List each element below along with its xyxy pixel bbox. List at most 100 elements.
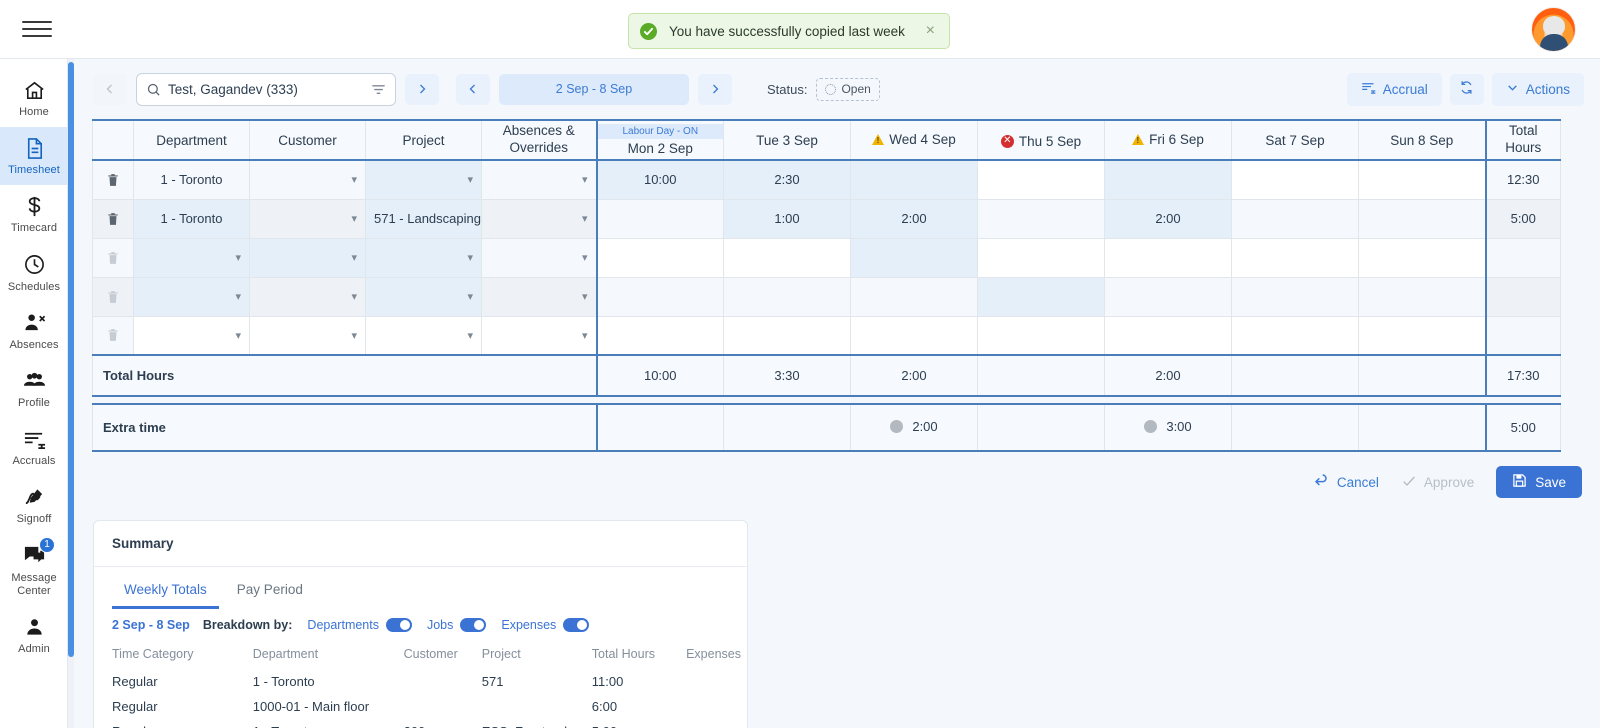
cell-mon[interactable]	[595, 198, 724, 239]
date-range-selector[interactable]: 2 Sep - 8 Sep	[499, 73, 689, 105]
cell-absences[interactable]: ▾	[481, 198, 597, 239]
cell-wed[interactable]	[850, 276, 978, 317]
sidebar-item-admin[interactable]: Admin	[0, 606, 67, 664]
cell-thu[interactable]	[977, 315, 1105, 356]
cell-wed[interactable]: 2:00	[850, 198, 978, 239]
cell-sat[interactable]	[1231, 315, 1359, 356]
cell-fri[interactable]	[1104, 237, 1232, 278]
cell-sun[interactable]	[1358, 159, 1486, 200]
cell-department[interactable]: 1 - Toronto	[133, 159, 250, 200]
cell-tue[interactable]: 2:30	[723, 159, 851, 200]
sidebar-item-timesheet[interactable]: Timesheet	[0, 127, 67, 186]
accrual-button[interactable]: Accrual	[1346, 72, 1442, 106]
hamburger-icon[interactable]	[22, 16, 52, 42]
row-delete-cell[interactable]	[92, 198, 134, 239]
cell-thu[interactable]	[977, 198, 1105, 239]
cell-wed[interactable]	[850, 237, 978, 278]
cell-sat[interactable]	[1231, 198, 1359, 239]
toggle-departments[interactable]	[385, 618, 412, 632]
cell-sat[interactable]	[1231, 159, 1359, 200]
save-button[interactable]: Save	[1496, 466, 1582, 498]
cell-project[interactable]: ▾	[365, 159, 482, 200]
next-employee-button[interactable]	[405, 73, 439, 105]
cell-department[interactable]: 1 - Toronto	[133, 198, 250, 239]
actions-button[interactable]: Actions	[1491, 72, 1584, 106]
cell-wed[interactable]	[850, 159, 978, 200]
trash-icon[interactable]	[99, 211, 127, 227]
cell-absences[interactable]: ▾	[481, 159, 597, 200]
cell-wed[interactable]	[850, 315, 978, 356]
sidebar-item-message-center[interactable]: 1 Message Center	[0, 535, 67, 606]
cell-sun[interactable]	[1358, 276, 1486, 317]
cell-absences[interactable]: ▾	[481, 315, 597, 356]
extra-thu[interactable]	[977, 403, 1105, 452]
next-week-button[interactable]	[698, 73, 732, 105]
cell-department[interactable]: ▾	[133, 237, 250, 278]
cell-mon[interactable]	[595, 276, 724, 317]
refresh-button[interactable]	[1449, 73, 1484, 105]
cell-project[interactable]: 571 - Landscaping▾	[365, 198, 482, 239]
cell-customer[interactable]: ▾	[249, 315, 366, 356]
tab-weekly-totals[interactable]: Weekly Totals	[112, 573, 219, 609]
avatar[interactable]	[1531, 6, 1576, 52]
cancel-button[interactable]: Cancel	[1314, 473, 1379, 492]
sidebar-item-signoff[interactable]: Signoff	[0, 476, 67, 534]
toggle-expenses[interactable]	[563, 618, 590, 632]
filter-icon[interactable]	[371, 82, 386, 97]
prev-week-button[interactable]	[456, 73, 490, 105]
toggle-jobs[interactable]	[460, 618, 487, 632]
cell-sat[interactable]	[1231, 237, 1359, 278]
row-delete-cell[interactable]	[92, 159, 134, 200]
cell-customer[interactable]: ▾	[249, 237, 366, 278]
cell-absences[interactable]: ▾	[481, 276, 597, 317]
cell-absences[interactable]: ▾	[481, 237, 597, 278]
cell-project[interactable]: ▾	[365, 315, 482, 356]
cell-fri[interactable]	[1104, 276, 1232, 317]
extra-mon[interactable]	[595, 403, 724, 452]
employee-search[interactable]	[136, 72, 396, 106]
cell-customer[interactable]: ▾	[249, 276, 366, 317]
extra-sat[interactable]	[1231, 403, 1359, 452]
cell-tue[interactable]: 1:00	[723, 198, 851, 239]
extra-fri[interactable]: 3:00	[1104, 403, 1232, 452]
cell-customer[interactable]: ▾	[249, 159, 366, 200]
sidebar-scrollbar-thumb[interactable]	[68, 62, 74, 657]
sidebar-item-profile[interactable]: Profile	[0, 360, 67, 418]
sidebar-item-home[interactable]: Home	[0, 69, 67, 127]
cell-sun[interactable]	[1358, 237, 1486, 278]
cell-mon[interactable]	[595, 237, 724, 278]
prev-employee-button[interactable]	[93, 73, 127, 105]
extra-tue[interactable]	[723, 403, 851, 452]
cell-fri[interactable]: 2:00	[1104, 198, 1232, 239]
extra-wed[interactable]: 2:00	[850, 403, 978, 452]
chevron-down-icon: ▾	[581, 252, 588, 264]
cell-tue[interactable]	[723, 237, 851, 278]
close-icon[interactable]: ×	[923, 21, 938, 41]
cell-thu[interactable]	[977, 276, 1105, 317]
sidebar-item-absences[interactable]: Absences	[0, 302, 67, 360]
cell-thu[interactable]	[977, 237, 1105, 278]
cell-sun[interactable]	[1358, 198, 1486, 239]
cell-mon[interactable]: 10:00	[595, 159, 724, 200]
cell-fri[interactable]	[1104, 315, 1232, 356]
cell-tue[interactable]	[723, 276, 851, 317]
cell-department[interactable]: ▾	[133, 315, 250, 356]
sidebar-item-accruals[interactable]: Accruals	[0, 418, 67, 476]
cell-mon[interactable]	[595, 315, 724, 356]
cell-fri[interactable]	[1104, 159, 1232, 200]
cell-department[interactable]: ▾	[133, 276, 250, 317]
sidebar-item-schedules[interactable]: Schedules	[0, 244, 67, 302]
cell-thu[interactable]	[977, 159, 1105, 200]
search-input[interactable]	[168, 81, 364, 97]
cell-sat[interactable]	[1231, 276, 1359, 317]
tab-pay-period[interactable]: Pay Period	[225, 573, 315, 609]
cell-sun[interactable]	[1358, 315, 1486, 356]
total-mon: 10:00	[595, 354, 724, 397]
cell-project[interactable]: ▾	[365, 276, 482, 317]
trash-icon[interactable]	[99, 172, 127, 188]
sidebar-item-timecard[interactable]: Timecard	[0, 185, 67, 243]
extra-sun[interactable]	[1358, 403, 1486, 452]
cell-tue[interactable]	[723, 315, 851, 356]
cell-customer[interactable]: ▾	[249, 198, 366, 239]
cell-project[interactable]: ▾	[365, 237, 482, 278]
